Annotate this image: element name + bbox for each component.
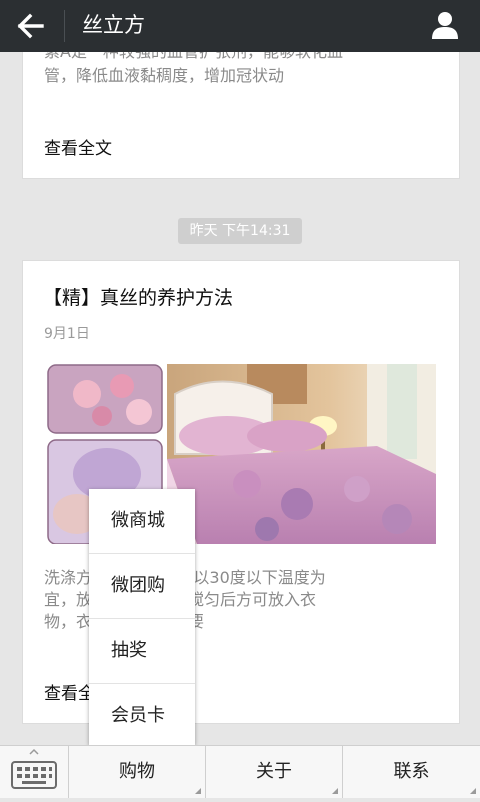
shopping-submenu: 微商城 微团购 抽奖 会员卡: [89, 489, 195, 745]
page-title: 丝立方: [82, 13, 145, 37]
person-icon: [432, 12, 458, 39]
back-button[interactable]: [16, 12, 46, 40]
submenu-indicator-icon: [470, 788, 476, 794]
submenu-indicator-icon: [195, 788, 201, 794]
profile-button[interactable]: [430, 10, 460, 40]
menu-item-group-buy[interactable]: 微团购: [89, 554, 195, 619]
menu-item-micro-mall[interactable]: 微商城: [89, 489, 195, 554]
keyboard-icon: [11, 748, 57, 789]
top-bar: 丝立方: [0, 0, 480, 52]
bottom-menu-bar: 购物 关于 联系: [0, 745, 480, 798]
menu-label: 购物: [119, 761, 155, 782]
excerpt-line: 管，降低血液黏稠度，增加冠状动: [44, 66, 285, 85]
article-card-previous[interactable]: 素A是一种较强的血管扩张剂，能够软化血 管，降低血液黏稠度，增加冠状动 查看全文: [22, 52, 460, 179]
menu-item-member-card[interactable]: 会员卡: [89, 684, 195, 748]
menu-about[interactable]: 关于: [206, 746, 343, 798]
article-date: 9月1日: [44, 326, 90, 342]
menu-shopping[interactable]: 购物: [69, 746, 206, 798]
excerpt-line: 素A是一种较强的血管扩张剂，能够软化血: [44, 52, 424, 64]
article-card[interactable]: 【精】真丝的养护方法 9月1日 查看全文: [22, 260, 460, 724]
header-divider: [64, 10, 65, 42]
read-more-link[interactable]: 查看全文: [44, 134, 112, 159]
keyboard-toggle-button[interactable]: [0, 746, 69, 798]
arrow-left-icon: [17, 13, 44, 39]
article-title: 【精】真丝的养护方法: [43, 287, 234, 309]
menu-contact[interactable]: 联系: [343, 746, 480, 798]
submenu-indicator-icon: [332, 788, 338, 794]
timestamp-badge: 昨天 下午14:31: [178, 218, 302, 244]
menu-label: 关于: [256, 761, 292, 782]
article-excerpt: 素A是一种较强的血管扩张剂，能够软化血 管，降低血液黏稠度，增加冠状动: [44, 52, 424, 88]
menu-label: 联系: [393, 761, 430, 782]
menu-item-lottery[interactable]: 抽奖: [89, 619, 195, 684]
